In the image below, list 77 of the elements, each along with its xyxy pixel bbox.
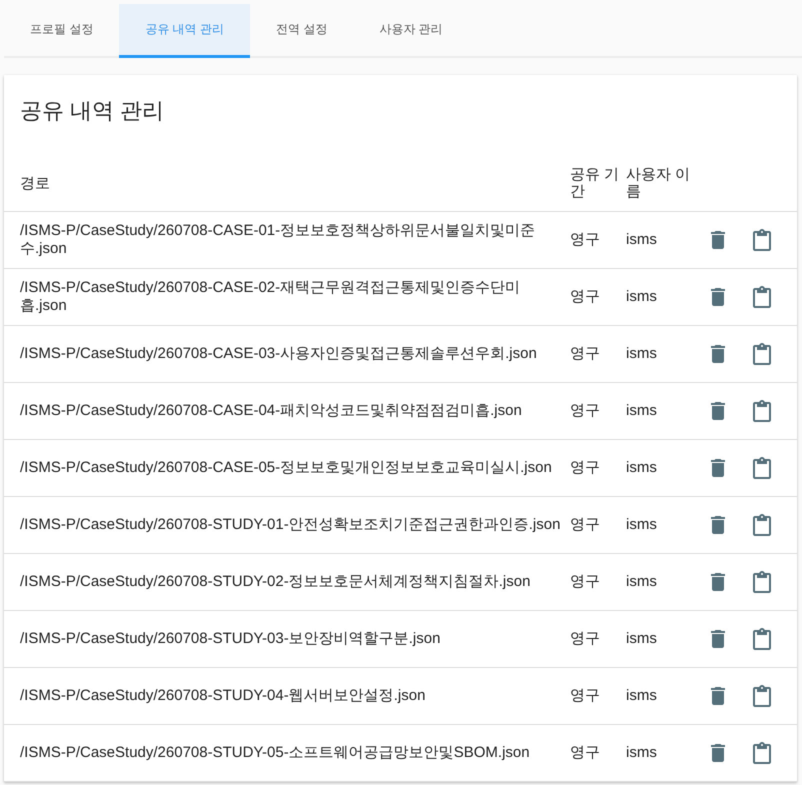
clipboard-button[interactable] [753, 229, 771, 251]
delete-button[interactable] [711, 231, 725, 249]
trash-icon [711, 687, 725, 705]
column-header: 사용자 이름 [626, 166, 692, 200]
file-path-cell-text: /ISMS-P/CaseStudy/260708-CASE-01-정보보호정책상하위문서불일치및미준수.json [19, 222, 536, 258]
delete-button[interactable] [711, 687, 725, 705]
delete-button[interactable] [711, 744, 725, 762]
trash-icon [711, 630, 725, 648]
file-path-cell-text: /ISMS-P/CaseStudy/260708-STUDY-03-보안장비역할구분.json [19, 630, 442, 648]
delete-button[interactable] [711, 402, 725, 420]
user-name-cell: isms [626, 402, 657, 420]
file-path-cell-text: /ISMS-P/CaseStudy/260708-STUDY-01-안전성확보조치기준접근권한과인증.json [19, 516, 562, 534]
user-name-cell: isms [626, 231, 657, 249]
clipboard-icon [753, 229, 771, 251]
clipboard-icon [753, 628, 771, 650]
user-name-cell: isms [626, 573, 657, 591]
clipboard-icon [753, 742, 771, 764]
clipboard-icon [753, 685, 771, 707]
trash-icon [711, 231, 725, 249]
share-period-cell: 영구 [570, 345, 600, 363]
clipboard-icon [753, 343, 771, 365]
clipboard-button[interactable] [753, 742, 771, 764]
share-period-cell: 영구 [570, 231, 600, 249]
file-path-cell-text: /ISMS-P/CaseStudy/260708-STUDY-05-소프트웨어공급망보안및SBOM.json [19, 744, 531, 762]
clipboard-button[interactable] [753, 685, 771, 707]
file-path-cell-text: /ISMS-P/CaseStudy/260708-CASE-02-재택근무원격접근통제및인증수단미흡.json [19, 279, 522, 315]
clipboard-icon [753, 286, 771, 308]
delete-button[interactable] [711, 345, 725, 363]
clipboard-button[interactable] [753, 628, 771, 650]
file-path-cell-text: /ISMS-P/CaseStudy/260708-STUDY-04-웹서버보안설정.json [19, 687, 426, 705]
user-name-cell: isms [626, 459, 657, 477]
delete-button[interactable] [711, 516, 725, 534]
trash-icon [711, 345, 725, 363]
clipboard-button[interactable] [753, 514, 771, 536]
panel-title: 공유 내역 관리 [20, 97, 166, 125]
delete-button[interactable] [711, 459, 725, 477]
user-name-cell: isms [626, 687, 657, 705]
user-name-cell: isms [626, 345, 657, 363]
file-path-cell-text: /ISMS-P/CaseStudy/260708-CASE-04-패치악성코드및취약점점검미흡.json [19, 402, 523, 420]
tab[interactable]: 전역 설정 [250, 4, 354, 58]
clipboard-icon [753, 514, 771, 536]
share-period-cell: 영구 [570, 288, 600, 306]
column-header: 공유 기간 [570, 166, 620, 200]
share-period-cell: 영구 [570, 573, 600, 591]
trash-icon [711, 402, 725, 420]
tab[interactable]: 프로필 설정 [4, 4, 120, 58]
user-name-cell: isms [626, 516, 657, 534]
share-period-cell: 영구 [570, 630, 600, 648]
clipboard-button[interactable] [753, 571, 771, 593]
clipboard-button[interactable] [753, 343, 771, 365]
clipboard-icon [753, 457, 771, 479]
clipboard-button[interactable] [753, 457, 771, 479]
trash-icon [711, 744, 725, 762]
delete-button[interactable] [711, 288, 725, 306]
trash-icon [711, 288, 725, 306]
file-path-cell-text: /ISMS-P/CaseStudy/260708-CASE-05-정보보호및개인정보보호교육미실시.json [19, 459, 553, 477]
file-path-cell-text: /ISMS-P/CaseStudy/260708-STUDY-02-정보보호문서체계정책지침절차.json [19, 573, 532, 591]
tab[interactable]: 사용자 관리 [353, 4, 469, 58]
file-path-cell-text: /ISMS-P/CaseStudy/260708-CASE-03-사용자인증및접근통제솔루션우회.json [19, 345, 538, 363]
trash-icon [711, 516, 725, 534]
user-name-cell: isms [626, 630, 657, 648]
delete-button[interactable] [711, 573, 725, 591]
column-header: 경로 [19, 174, 50, 192]
delete-button[interactable] [711, 630, 725, 648]
user-name-cell: isms [626, 288, 657, 306]
clipboard-button[interactable] [753, 400, 771, 422]
share-period-cell: 영구 [570, 744, 600, 762]
share-period-cell: 영구 [570, 402, 600, 420]
share-period-cell: 영구 [570, 687, 600, 705]
share-period-cell: 영구 [570, 516, 600, 534]
user-name-cell: isms [626, 744, 657, 762]
trash-icon [711, 573, 725, 591]
clipboard-button[interactable] [753, 286, 771, 308]
clipboard-icon [753, 400, 771, 422]
share-period-cell: 영구 [570, 459, 600, 477]
trash-icon [711, 459, 725, 477]
clipboard-icon [753, 571, 771, 593]
